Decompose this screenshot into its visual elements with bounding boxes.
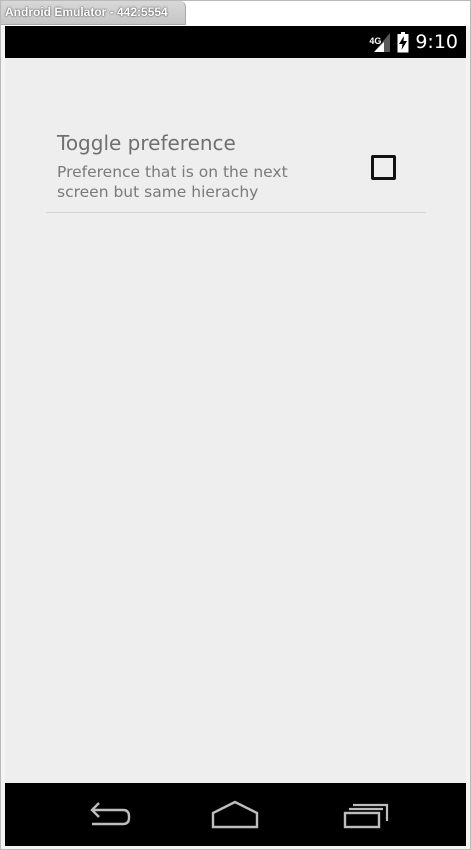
back-button[interactable] — [77, 797, 137, 833]
preference-title: Toggle preference — [57, 131, 236, 155]
signal-strength-icon — [374, 33, 391, 52]
back-icon — [90, 802, 131, 826]
emulator-window: Android Emulator - 442:5554 4G 9:10 Togg… — [0, 0, 471, 850]
window-titlebar: Android Emulator - 442:5554 — [1, 1, 470, 26]
signal-indicator: 4G — [369, 31, 391, 53]
toggle-preference-item[interactable]: Toggle preference Preference that is on … — [46, 121, 426, 213]
window-title-tab: Android Emulator - 442:5554 — [1, 1, 186, 25]
device-screen: 4G 9:10 Toggle preference Preference tha… — [5, 26, 466, 846]
status-clock: 9:10 — [415, 31, 458, 53]
home-icon — [211, 800, 259, 829]
status-bar: 4G 9:10 — [5, 26, 466, 58]
home-button[interactable] — [205, 797, 265, 833]
status-indicators: 4G 9:10 — [369, 26, 458, 58]
preference-summary: Preference that is on the next screen bu… — [57, 163, 288, 201]
navigation-bar — [5, 783, 466, 846]
recent-apps-icon — [343, 803, 389, 829]
preference-screen: Toggle preference Preference that is on … — [5, 58, 466, 783]
recent-apps-button[interactable] — [337, 797, 397, 833]
window-title: Android Emulator - 442:5554 — [5, 5, 168, 19]
preference-checkbox[interactable] — [371, 155, 396, 180]
battery-charging-icon — [397, 32, 409, 53]
